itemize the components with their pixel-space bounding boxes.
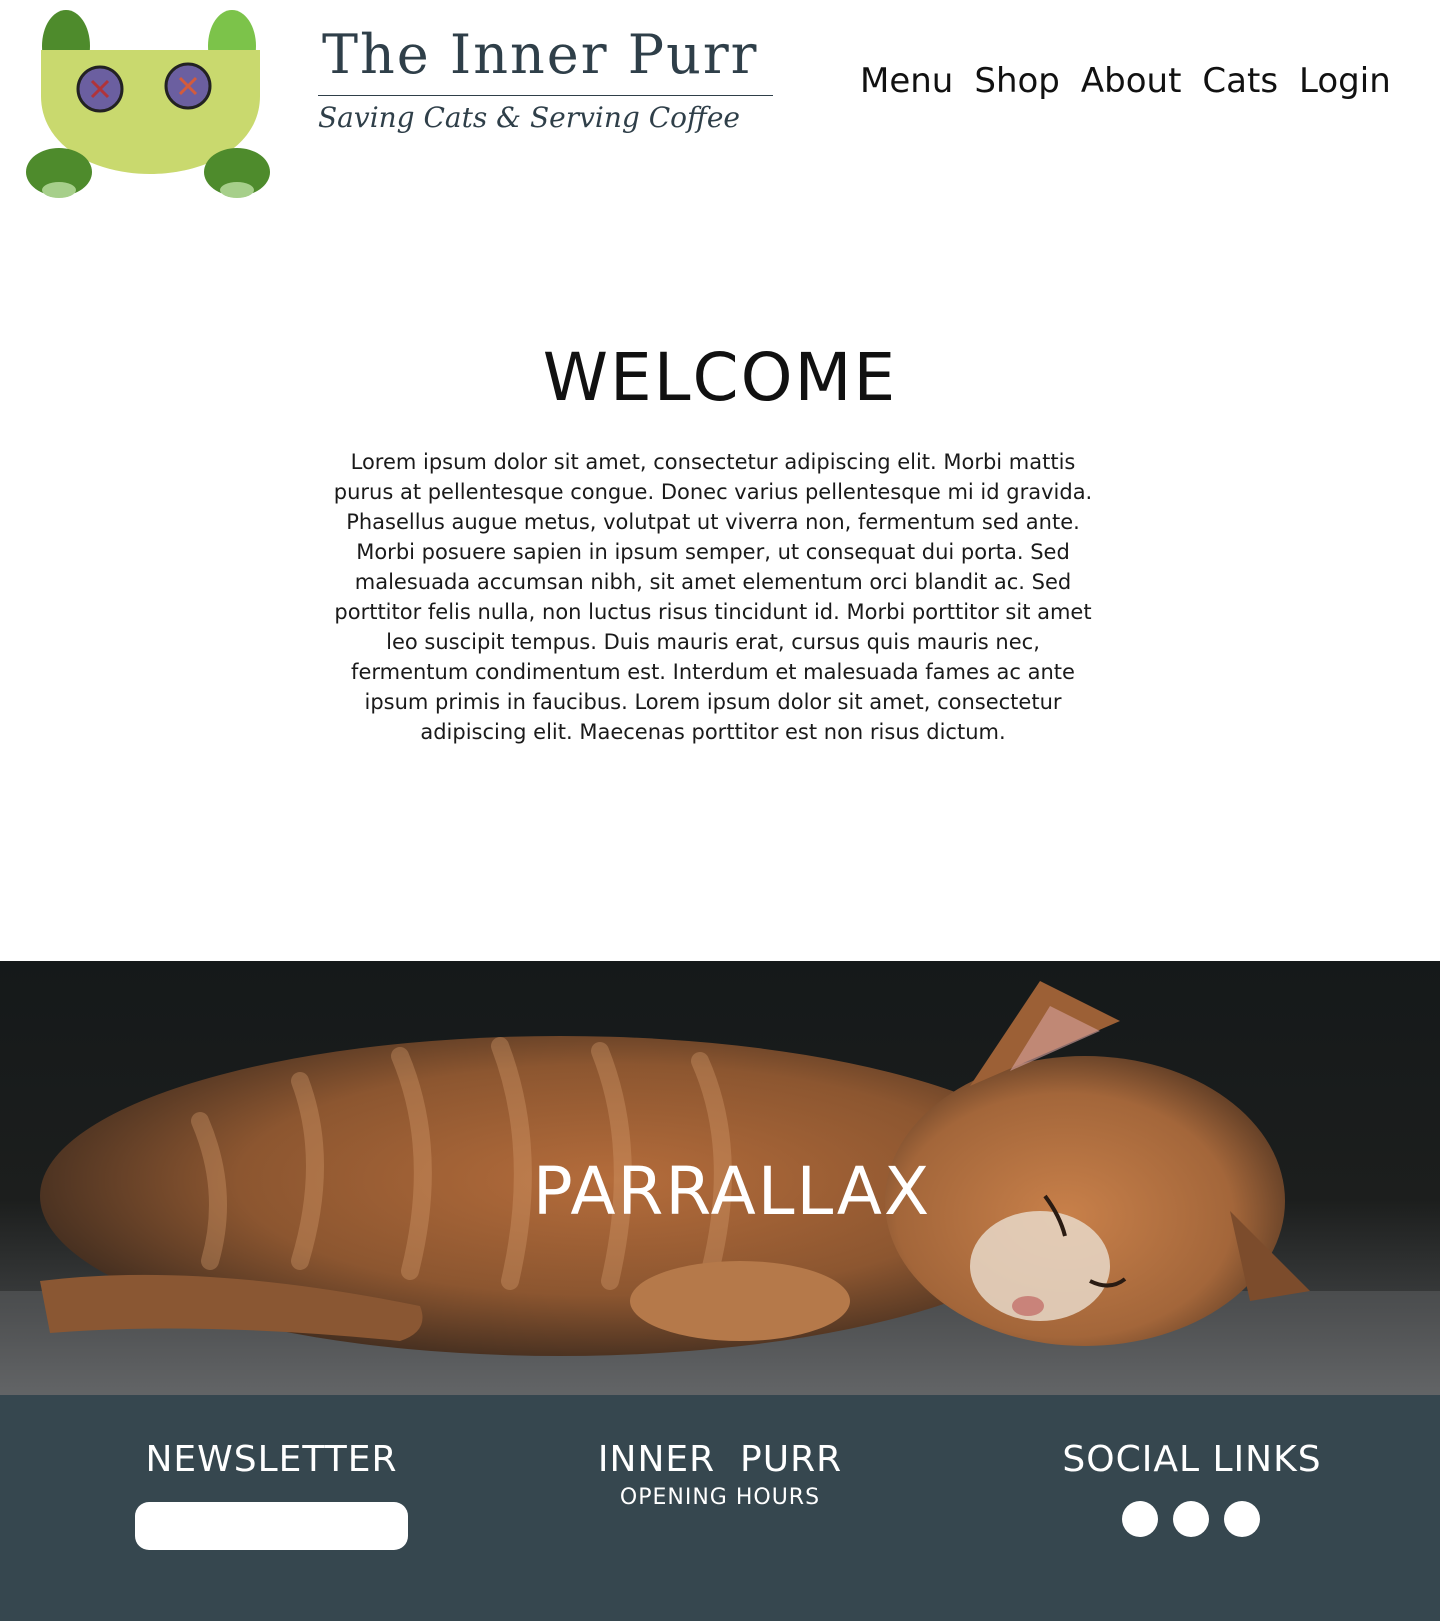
cat-face-logo-icon[interactable]: [26, 6, 272, 200]
parallax-title: PARRALLAX: [532, 1153, 932, 1230]
newsletter-column: NEWSLETTER: [135, 1435, 408, 1485]
social-title: SOCIAL LINKS: [1062, 1439, 1322, 1480]
site-footer: NEWSLETTER INNER PURR OPENING HOURS SOCI…: [0, 1395, 1440, 1621]
main-nav: Menu Shop About Cats Login: [860, 58, 1391, 104]
welcome-title: WELCOME: [542, 339, 898, 416]
site-header: The Inner Purr Saving Cats & Serving Cof…: [0, 0, 1440, 210]
newsletter-email-input[interactable]: [135, 1502, 408, 1550]
opening-hours-column: INNER PURR OPENING HOURS: [570, 1435, 870, 1511]
hours-title: INNER PURR: [597, 1439, 843, 1480]
nav-about[interactable]: About: [1081, 58, 1182, 104]
nav-menu[interactable]: Menu: [860, 58, 953, 104]
nav-shop[interactable]: Shop: [974, 58, 1060, 104]
brand-tagline: Saving Cats & Serving Coffee: [318, 101, 740, 134]
brand-title[interactable]: The Inner Purr: [318, 22, 773, 88]
social-link-icon[interactable]: [1224, 1501, 1260, 1537]
nav-login[interactable]: Login: [1299, 58, 1391, 104]
hours-subtitle[interactable]: OPENING HOURS: [570, 1485, 870, 1511]
nav-cats[interactable]: Cats: [1202, 58, 1278, 104]
social-link-icon[interactable]: [1122, 1501, 1158, 1537]
social-link-icon[interactable]: [1173, 1501, 1209, 1537]
brand-block: The Inner Purr Saving Cats & Serving Cof…: [318, 22, 773, 140]
social-links: [1122, 1501, 1260, 1537]
newsletter-title: NEWSLETTER: [145, 1439, 398, 1480]
social-column: SOCIAL LINKS: [1042, 1435, 1342, 1485]
welcome-body: Lorem ipsum dolor sit amet, consectetur …: [333, 450, 1093, 744]
